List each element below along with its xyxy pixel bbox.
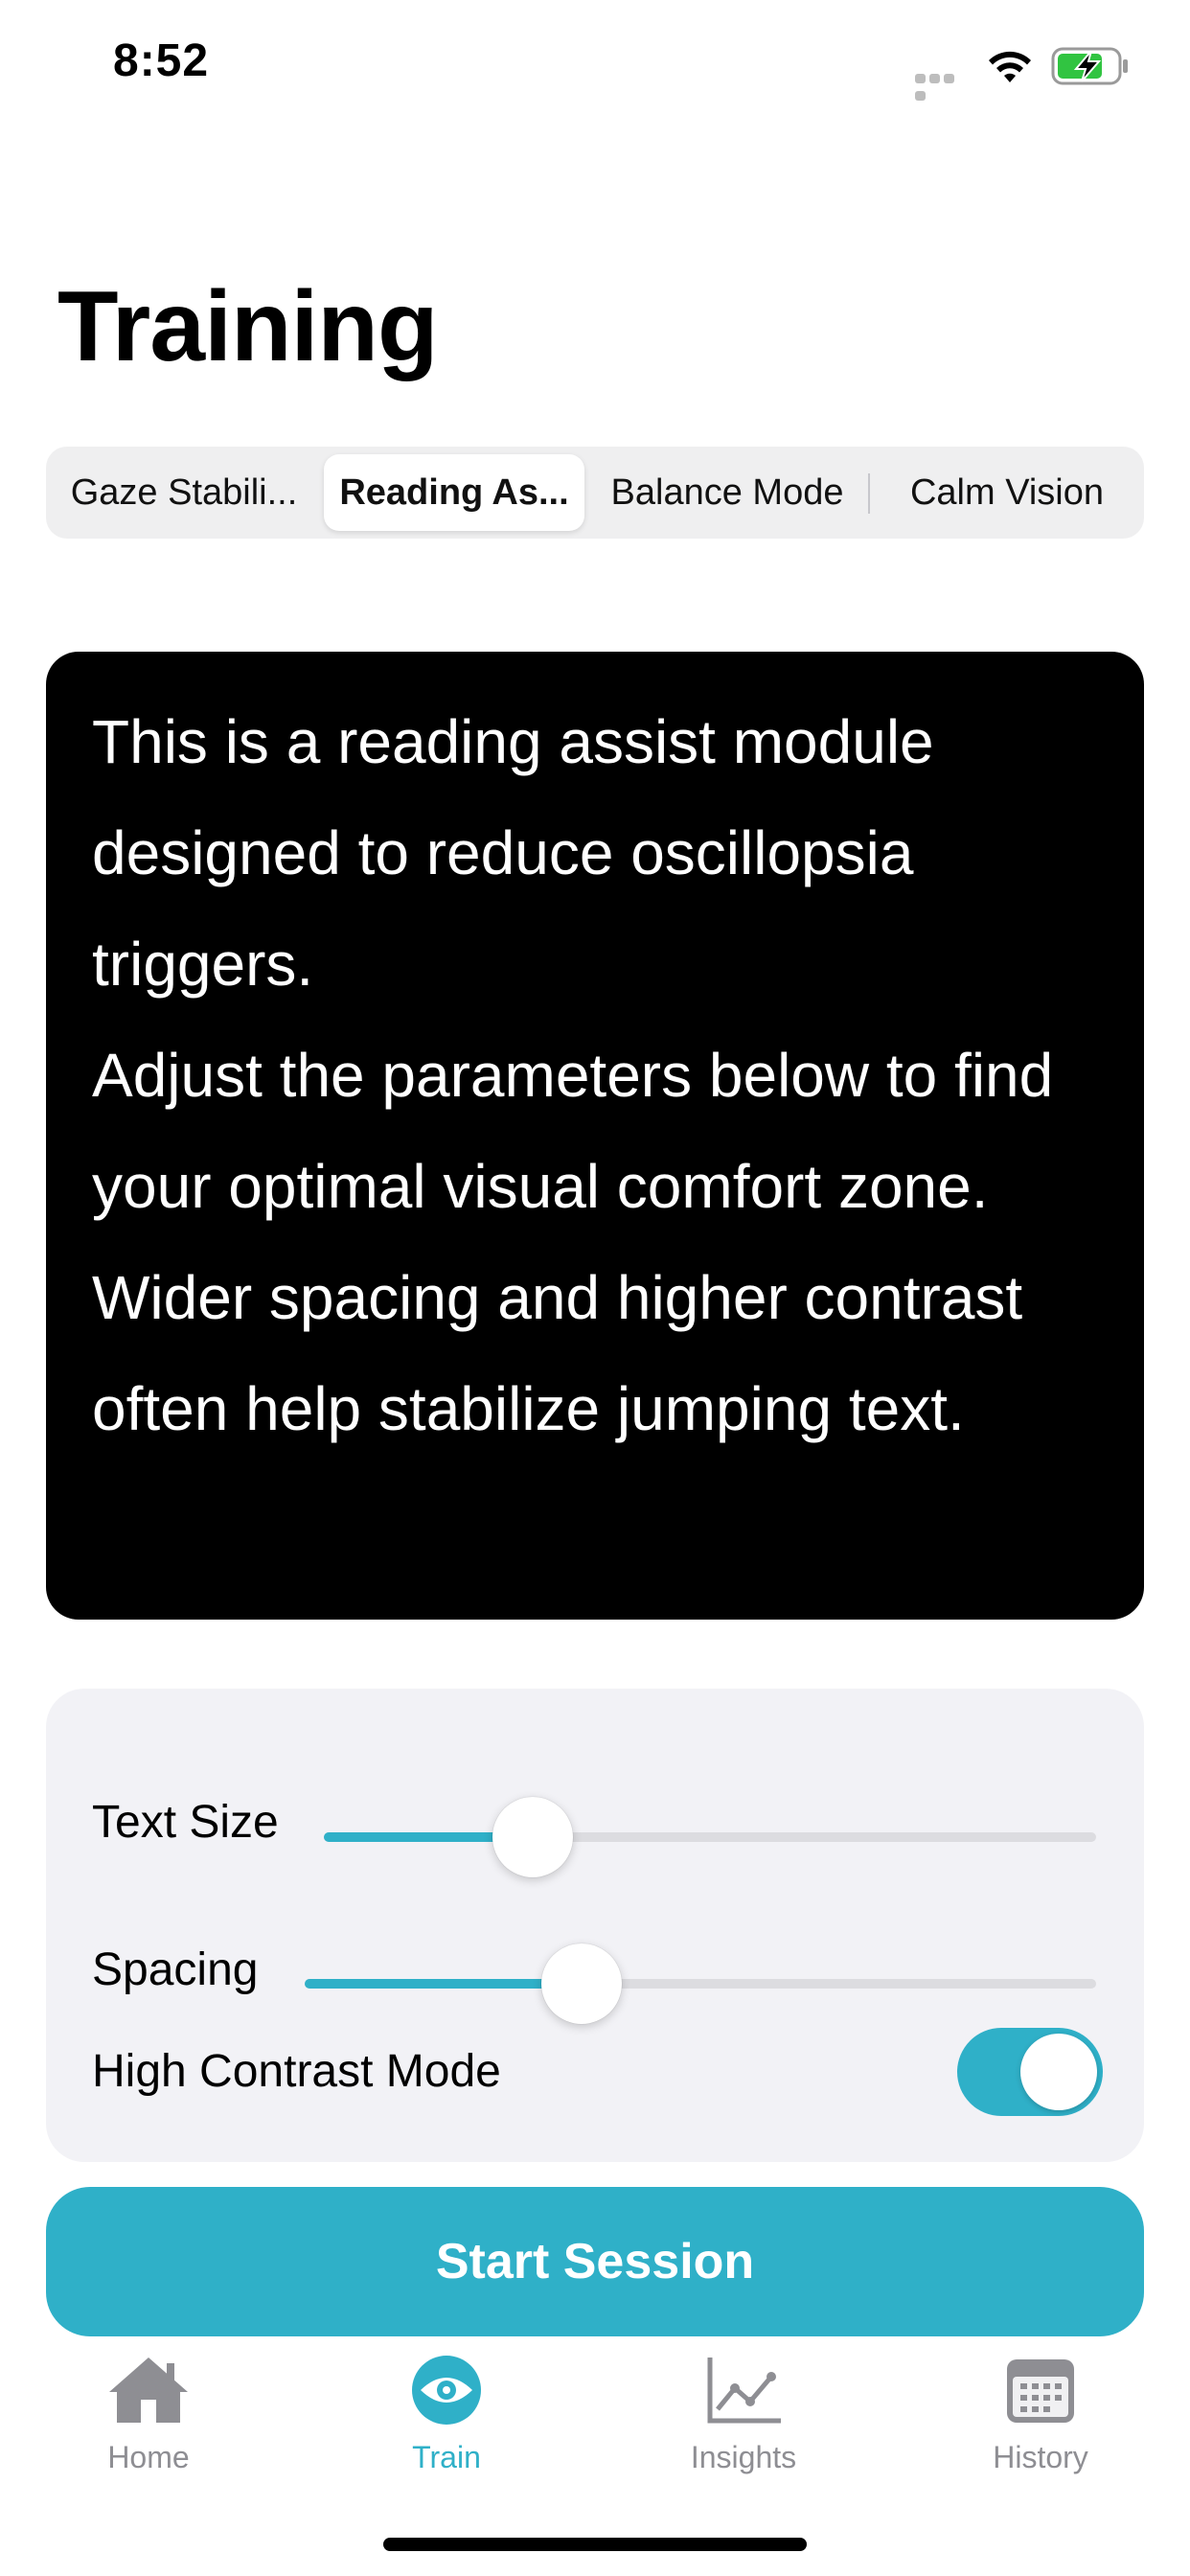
tab-home-label: Home (107, 2440, 190, 2474)
tab-home[interactable]: Home (53, 2348, 244, 2492)
tab-bar: Home Train Insights History (0, 2348, 1190, 2501)
spacing-label: Spacing (92, 1944, 259, 1995)
spacing-slider[interactable] (305, 1944, 1096, 2024)
tab-insights[interactable]: Insights (648, 2348, 839, 2492)
status-bar: 8:52 (0, 0, 1190, 126)
module-segmented-control: Gaze Stabili... Reading As... Balance Mo… (46, 447, 1144, 539)
wifi-icon (989, 51, 1031, 82)
text-size-slider-thumb[interactable] (492, 1797, 573, 1877)
high-contrast-toggle-knob (1020, 2034, 1097, 2110)
reading-controls-card: Text Size Spacing High Contrast Mode (46, 1689, 1144, 2162)
segment-reading-assist[interactable]: Reading As... (324, 454, 584, 531)
signal-dots-icon (915, 71, 971, 101)
eye-icon (412, 2356, 481, 2425)
tab-insights-label: Insights (690, 2440, 797, 2474)
segment-gaze-stabilization[interactable]: Gaze Stabili... (50, 454, 318, 531)
spacing-slider-thumb[interactable] (541, 1944, 623, 2024)
page-title: Training (57, 271, 438, 382)
reading-text-card[interactable]: This is a reading assist module designed… (46, 652, 1144, 1620)
tab-history[interactable]: History (945, 2348, 1136, 2492)
calendar-icon (1007, 2359, 1074, 2423)
tab-train[interactable]: Train (351, 2348, 542, 2492)
home-indicator (383, 2538, 807, 2551)
high-contrast-label: High Contrast Mode (92, 2046, 501, 2097)
battery-charging-icon (1051, 47, 1128, 85)
reading-paragraph-2: Adjust the parameters below to find your… (92, 1041, 1054, 1221)
reading-paragraph-3: Wider spacing and higher contrast often … (92, 1263, 1023, 1443)
segment-balance-mode[interactable]: Balance Mode (590, 454, 864, 531)
reading-paragraph-1: This is a reading assist module designed… (92, 707, 934, 999)
status-time: 8:52 (113, 35, 210, 86)
line-chart-icon (707, 2358, 781, 2424)
home-icon (109, 2358, 188, 2423)
start-session-button[interactable]: Start Session (46, 2187, 1144, 2336)
spacing-slider-fill (305, 1979, 583, 1989)
tab-history-label: History (993, 2440, 1088, 2474)
tab-train-label: Train (412, 2440, 481, 2474)
high-contrast-toggle[interactable] (957, 2028, 1103, 2116)
segment-divider (868, 473, 870, 514)
text-size-slider[interactable] (324, 1797, 1096, 1877)
text-size-label: Text Size (92, 1797, 279, 1848)
segment-calm-vision[interactable]: Calm Vision (874, 454, 1140, 531)
reading-text: This is a reading assist module designed… (92, 686, 1108, 1464)
